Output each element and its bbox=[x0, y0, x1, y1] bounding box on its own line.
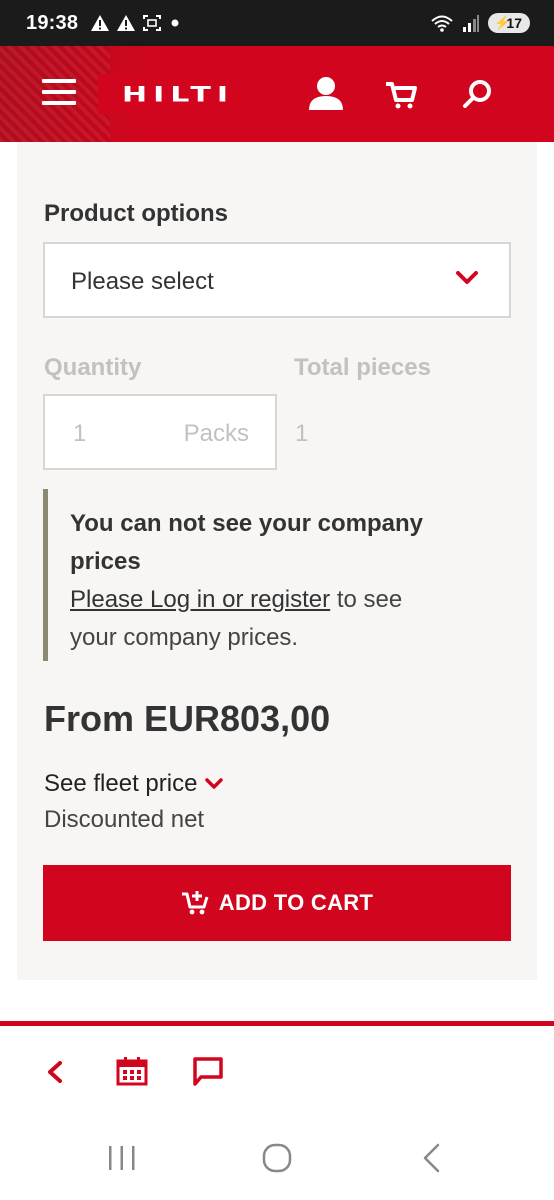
app-header: HILTI bbox=[0, 46, 554, 142]
menu-icon[interactable] bbox=[42, 79, 76, 107]
chevron-down-icon bbox=[456, 271, 478, 284]
browser-toolbar bbox=[0, 1026, 554, 1118]
company-price-notice: You can not see your company prices Plea… bbox=[43, 489, 483, 661]
see-fleet-price-toggle[interactable]: See fleet price bbox=[44, 770, 224, 798]
user-icon[interactable] bbox=[306, 76, 346, 112]
notice-body-line1: Please Log in or register to see bbox=[70, 581, 483, 619]
add-to-cart-label: ADD TO CART bbox=[218, 890, 374, 915]
quantity-label: Quantity bbox=[44, 354, 142, 381]
recent-apps-icon[interactable] bbox=[106, 1144, 138, 1172]
cart-icon[interactable] bbox=[384, 80, 418, 110]
dot-icon bbox=[171, 19, 179, 27]
product-purchase-card: Product options Please select Quantity T… bbox=[17, 142, 537, 980]
product-options-select[interactable]: Please select bbox=[43, 242, 511, 318]
notice-title-line2: prices bbox=[70, 548, 141, 575]
chevron-down-icon bbox=[205, 778, 224, 789]
notice-body-line2: your company prices. bbox=[70, 624, 299, 651]
back-icon[interactable] bbox=[44, 1060, 66, 1084]
fleet-price-label: See fleet price bbox=[44, 770, 198, 797]
calendar-icon[interactable] bbox=[116, 1056, 148, 1086]
quantity-value: 1 bbox=[73, 420, 87, 447]
product-options-value: Please select bbox=[71, 268, 214, 295]
quantity-unit: Packs bbox=[183, 420, 249, 447]
battery-icon: ⚡ 17 bbox=[488, 13, 530, 33]
notice-body-text: to see bbox=[330, 586, 403, 613]
signal-icon bbox=[463, 15, 480, 32]
chat-icon[interactable] bbox=[192, 1056, 224, 1088]
login-register-link[interactable]: Please Log in or register bbox=[70, 586, 330, 613]
warning-icon bbox=[117, 15, 136, 31]
warning-icon bbox=[91, 15, 110, 31]
total-pieces-value: 1 bbox=[295, 420, 309, 447]
quantity-input[interactable]: 1 Packs bbox=[43, 394, 277, 470]
status-bar: 19:38 ⚡ 17 bbox=[0, 0, 554, 46]
add-to-cart-button[interactable]: ADD TO CART bbox=[43, 865, 511, 941]
notice-title-line1: You can not see your company bbox=[70, 510, 423, 537]
fleet-price-subtext: Discounted net bbox=[44, 806, 205, 833]
add-to-cart-icon bbox=[181, 891, 209, 915]
logo-text: HILTI bbox=[121, 81, 235, 107]
product-price: From EUR803,00 bbox=[44, 698, 331, 739]
system-navigation-bar bbox=[0, 1118, 554, 1200]
status-system-icons: ⚡ 17 bbox=[430, 13, 530, 33]
home-icon[interactable] bbox=[261, 1142, 293, 1174]
search-icon[interactable] bbox=[462, 78, 494, 110]
status-notification-icons bbox=[90, 14, 182, 32]
product-options-label: Product options bbox=[44, 200, 228, 227]
back-nav-icon[interactable] bbox=[420, 1142, 444, 1174]
screen: 19:38 ⚡ 17 HILTI Product options Please … bbox=[0, 0, 554, 1200]
wifi-icon bbox=[431, 15, 454, 32]
screenshot-icon bbox=[143, 15, 162, 31]
total-pieces-label: Total pieces bbox=[294, 354, 431, 381]
status-time: 19:38 bbox=[26, 11, 79, 34]
hilti-logo[interactable]: HILTI bbox=[98, 74, 258, 114]
